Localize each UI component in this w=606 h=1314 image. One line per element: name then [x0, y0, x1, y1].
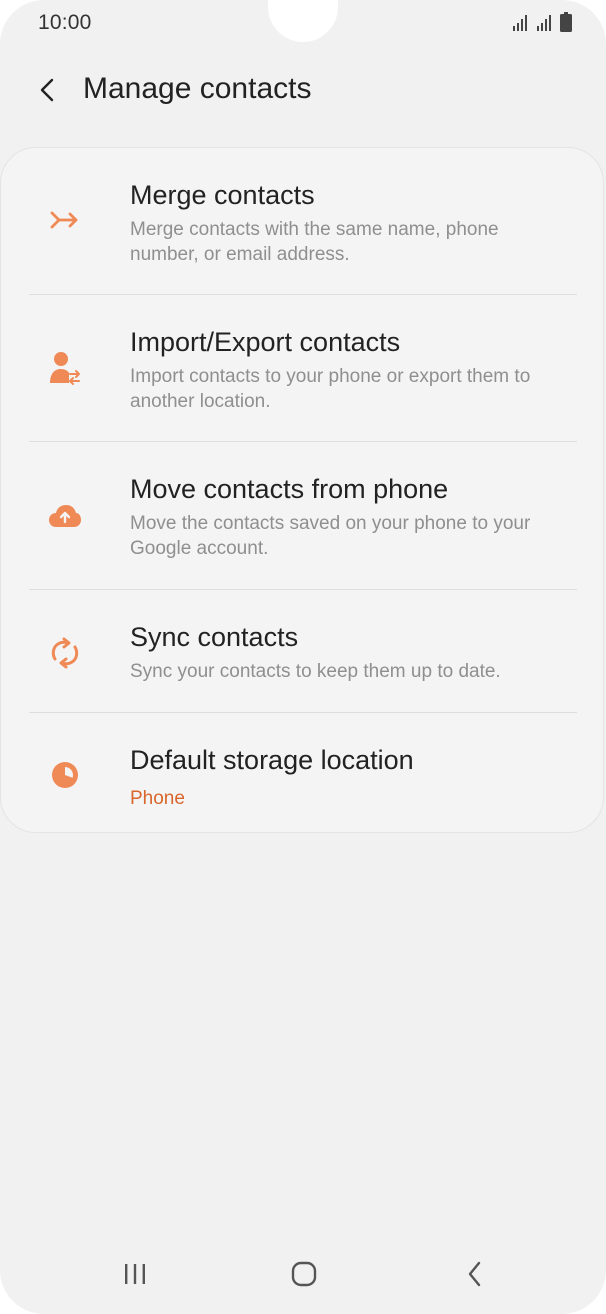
- phone-screen: 10:00 Manage contacts Merge contacts Mer…: [0, 0, 606, 1314]
- default-storage-item[interactable]: Default storage location Phone: [1, 713, 603, 832]
- status-bar: 10:00: [0, 0, 606, 48]
- back-button[interactable]: [28, 70, 68, 110]
- sync-icon: [45, 633, 85, 673]
- home-button[interactable]: [279, 1254, 329, 1294]
- sync-contacts-subtitle: Sync your contacts to keep them up to da…: [130, 661, 501, 682]
- cloud-upload-icon: [45, 496, 85, 536]
- import-export-contacts-item[interactable]: Import/Export contacts Import contacts t…: [1, 295, 603, 442]
- nav-back-button[interactable]: [450, 1254, 500, 1294]
- merge-contacts-title: Merge contacts: [130, 180, 315, 210]
- import-export-icon: [45, 348, 85, 388]
- merge-contacts-subtitle: Merge contacts with the same name, phone…: [130, 219, 499, 265]
- home-icon: [291, 1261, 317, 1287]
- status-icons: [512, 12, 572, 32]
- navigation-bar: [0, 1244, 606, 1314]
- move-contacts-title: Move contacts from phone: [130, 474, 449, 504]
- default-storage-value: Phone: [130, 788, 185, 809]
- move-contacts-subtitle: Move the contacts saved on your phone to…: [130, 513, 531, 559]
- signal-icon: [513, 15, 527, 31]
- move-contacts-item[interactable]: Move contacts from phone Move the contac…: [1, 442, 603, 589]
- back-icon: [468, 1261, 481, 1287]
- sync-contacts-title: Sync contacts: [130, 622, 299, 652]
- import-export-contacts-subtitle: Import contacts to your phone or export …: [130, 366, 531, 412]
- merge-icon: [45, 200, 85, 240]
- signal-icon: [537, 15, 551, 31]
- sync-contacts-item[interactable]: Sync contacts Sync your contacts to keep…: [1, 590, 603, 713]
- battery-icon: [560, 12, 572, 32]
- recent-apps-button[interactable]: [110, 1254, 160, 1294]
- default-storage-title: Default storage location: [130, 745, 414, 775]
- merge-contacts-item[interactable]: Merge contacts Merge contacts with the s…: [1, 148, 603, 295]
- settings-card: Merge contacts Merge contacts with the s…: [0, 147, 604, 833]
- recent-apps-icon: [125, 1264, 145, 1284]
- status-time: 10:00: [38, 11, 92, 34]
- page-title: Manage contacts: [83, 72, 312, 105]
- chevron-left-icon: [40, 78, 54, 102]
- import-export-contacts-title: Import/Export contacts: [130, 327, 401, 357]
- storage-pie-icon: [45, 755, 85, 795]
- app-header: Manage contacts: [0, 60, 606, 120]
